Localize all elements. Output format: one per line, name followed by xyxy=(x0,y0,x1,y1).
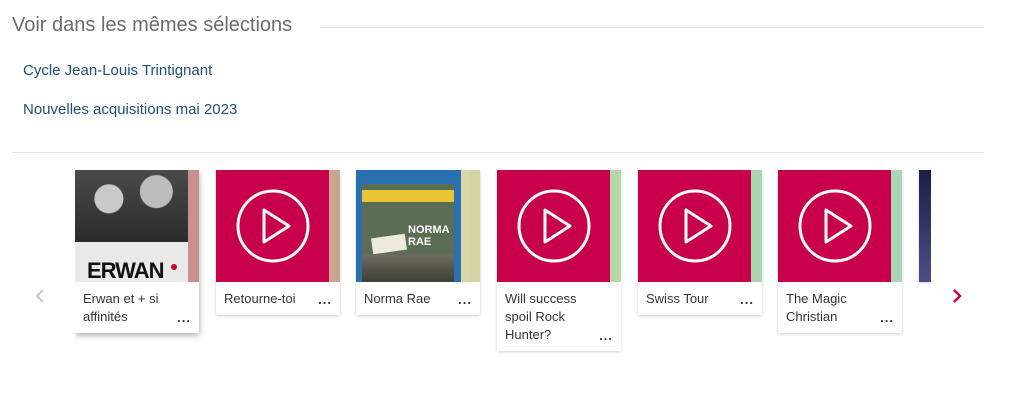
selection-link-nouvelles-acquisitions[interactable]: Nouvelles acquisitions mai 2023 xyxy=(23,101,237,118)
card-label: The Magic Christian ... xyxy=(778,282,902,333)
cover xyxy=(497,170,621,282)
card-label: Will success spoil Rock Hunter? ... xyxy=(497,282,621,351)
cover xyxy=(638,170,762,282)
cover xyxy=(919,170,931,282)
more-button[interactable]: ... xyxy=(599,327,613,345)
chevron-right-icon xyxy=(953,289,962,303)
more-button[interactable]: ... xyxy=(318,291,332,309)
cover-strip xyxy=(751,170,762,282)
card-label: Retourne-toi ... xyxy=(216,282,340,315)
poster-title: ERWAN xyxy=(87,258,164,282)
card-label: Swiss Tour ... xyxy=(638,282,762,315)
card-title: Retourne-toi xyxy=(224,291,296,306)
play-icon xyxy=(236,189,309,263)
card-label: Erwan et + si affinités ... xyxy=(75,282,199,333)
more-button[interactable]: ... xyxy=(880,309,894,327)
cover-strip xyxy=(610,170,621,282)
cover-strip xyxy=(469,170,480,282)
section-header: Voir dans les mêmes sélections xyxy=(12,14,984,42)
more-button[interactable]: ... xyxy=(740,291,754,309)
play-icon xyxy=(658,189,731,263)
more-button[interactable]: ... xyxy=(458,291,472,309)
card-title: The Magic Christian xyxy=(786,291,847,324)
chevron-left-icon xyxy=(35,289,44,303)
carousel-card-erwan[interactable]: ERWAN Erwan et + si affinités ... xyxy=(75,170,199,333)
carousel-next-button[interactable] xyxy=(946,283,968,309)
carousel-card-swiss-tour[interactable]: Swiss Tour ... xyxy=(638,170,762,315)
card-title: Erwan et + si affinités xyxy=(83,291,159,324)
card-title: Swiss Tour xyxy=(646,291,709,306)
play-icon xyxy=(517,189,590,263)
carousel-card-will-success[interactable]: Will success spoil Rock Hunter? ... xyxy=(497,170,621,351)
section-title: Voir dans les mêmes sélections xyxy=(12,14,293,36)
poster-image: ERWAN xyxy=(75,170,188,282)
poster-title: NORMA RAE xyxy=(408,224,450,248)
play-tile xyxy=(638,170,751,282)
carousel-track: ERWAN Erwan et + si affinités ... Retour… xyxy=(75,170,931,370)
cover: NORMA RAE xyxy=(356,170,480,282)
cover xyxy=(216,170,340,282)
divider xyxy=(12,152,984,153)
play-icon xyxy=(798,189,871,263)
carousel-card-retourne-toi[interactable]: Retourne-toi ... xyxy=(216,170,340,315)
card-title: Norma Rae xyxy=(364,291,431,306)
cover-strip xyxy=(329,170,340,282)
carousel-card-magic-christian[interactable]: The Magic Christian ... xyxy=(778,170,902,333)
selection-link-trintignant[interactable]: Cycle Jean-Louis Trintignant xyxy=(23,62,212,79)
cover xyxy=(778,170,902,282)
cover-strip xyxy=(188,170,199,282)
play-tile xyxy=(216,170,329,282)
card-label: Norma Rae ... xyxy=(356,282,480,315)
carousel-prev-button[interactable] xyxy=(29,283,51,309)
section-rule xyxy=(320,27,984,28)
carousel-card-norma-rae[interactable]: NORMA RAE Norma Rae ... xyxy=(356,170,480,315)
play-tile xyxy=(497,170,610,282)
poster-image xyxy=(919,170,931,282)
bluray-cover-image: NORMA RAE xyxy=(356,170,469,282)
cover: ERWAN xyxy=(75,170,199,282)
carousel-card-partial[interactable] xyxy=(919,170,931,282)
card-title: Will success spoil Rock Hunter? xyxy=(505,291,577,342)
more-button[interactable]: ... xyxy=(177,309,191,327)
cover-strip xyxy=(891,170,902,282)
play-tile xyxy=(778,170,891,282)
